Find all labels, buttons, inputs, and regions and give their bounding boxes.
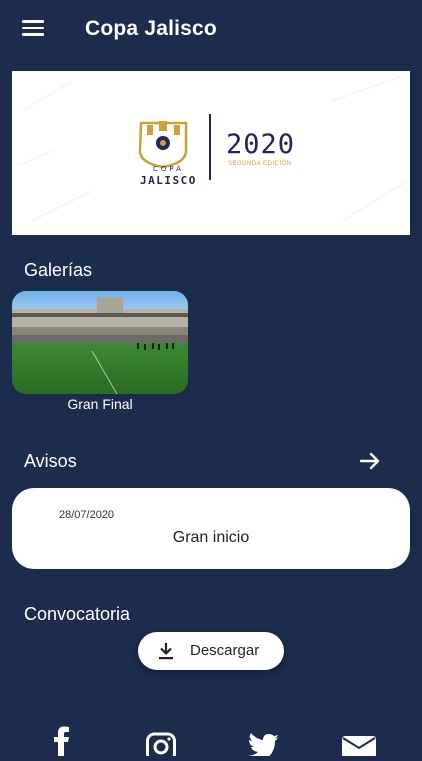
download-icon (159, 643, 173, 660)
download-button[interactable]: Descargar (138, 632, 284, 670)
call-section-title: Convocatoria (24, 604, 131, 624)
galleries-section-title: Galerías (24, 260, 93, 280)
hamburger-menu-icon[interactable] (18, 16, 48, 44)
banner-divider (209, 114, 211, 180)
event-banner: COPA JALISCO 2020 SEGUNDA EDICIÓN (12, 71, 410, 235)
logo-top-text: COPA (153, 165, 184, 173)
notice-title: Gran inicio (172, 529, 250, 546)
download-label: Descargar (190, 642, 260, 659)
email-icon[interactable] (341, 726, 381, 758)
stadium-photo (12, 291, 188, 394)
notice-card[interactable]: 28/07/2020 Gran inicio (12, 488, 410, 569)
arrow-right-icon[interactable] (358, 449, 382, 473)
banner-artwork (16, 75, 408, 222)
facebook-icon[interactable] (47, 726, 87, 756)
instagram-icon[interactable] (146, 726, 186, 761)
gallery-card[interactable] (12, 291, 188, 394)
notice-date: 28/07/2020 (59, 509, 115, 521)
gallery-label: Gran Final (67, 396, 133, 412)
app-bar: Copa Jalisco (0, 0, 422, 60)
twitter-icon[interactable] (244, 726, 284, 761)
banner-year: 2020 (226, 129, 296, 160)
banner-edition: SEGUNDA EDICIÓN (228, 161, 292, 167)
logo-name-text: JALISCO (140, 174, 197, 187)
app-title: Copa Jalisco (85, 17, 217, 40)
notices-section-title: Avisos (24, 451, 77, 471)
copa-jalisco-crest-icon (138, 121, 188, 169)
